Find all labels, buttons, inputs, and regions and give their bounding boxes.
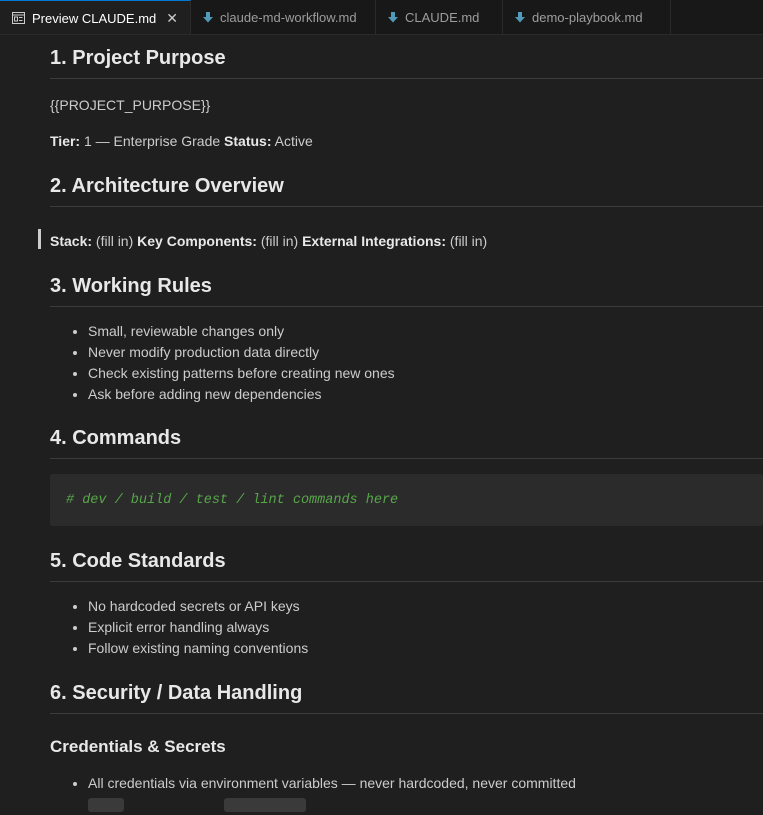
code-comment: # dev / build / test / lint commands her… [66, 492, 399, 508]
tab-claude-md[interactable]: CLAUDE.md [376, 0, 503, 34]
tab-label: claude-md-workflow.md [220, 10, 357, 25]
tab-label: CLAUDE.md [405, 10, 480, 25]
markdown-file-icon [203, 12, 213, 23]
tab-claude-md-workflow[interactable]: claude-md-workflow.md [191, 0, 376, 34]
code-block: # dev / build / test / lint commands her… [50, 474, 763, 526]
section-heading-commands: 4. Commands [50, 427, 763, 459]
list-item: Check existing patterns before creating … [88, 363, 763, 384]
tier-status-line: Tier: 1 — Enterprise Grade Status: Activ… [50, 131, 763, 151]
inline-code [88, 798, 124, 813]
project-purpose-placeholder: {{PROJECT_PURPOSE}} [50, 97, 211, 113]
tier-value: 1 — Enterprise Grade [80, 133, 225, 149]
list-item: Follow existing naming conventions [88, 638, 763, 659]
tab-label: demo-playbook.md [532, 10, 643, 25]
stack-value: (fill in) [92, 233, 138, 249]
section-heading-code-standards: 5. Code Standards [50, 550, 763, 582]
inline-code [224, 798, 306, 813]
tier-label: Tier: [50, 133, 81, 149]
list-item: Never modify production data directly [88, 342, 763, 363]
stack-label: Stack: [50, 233, 93, 249]
subheading-credentials: Credentials & Secrets [50, 737, 226, 756]
list-item-partial [88, 794, 763, 815]
status-value: Active [271, 133, 313, 149]
tab-demo-playbook-md[interactable]: demo-playbook.md [503, 0, 671, 34]
components-value: (fill in) [256, 233, 303, 249]
integrations-value: (fill in) [446, 233, 488, 249]
editor-tab-bar: Preview CLAUDE.md ✕ claude-md-workflow.m… [0, 0, 763, 35]
close-icon[interactable]: ✕ [166, 10, 178, 27]
list-item: Small, reviewable changes only [88, 321, 763, 342]
working-rules-list: Small, reviewable changes only Never mod… [50, 321, 763, 405]
tab-preview-claude-md[interactable]: Preview CLAUDE.md ✕ [0, 0, 191, 34]
markdown-file-icon [515, 12, 525, 23]
architecture-blockquote: Stack: (fill in) Key Components: (fill i… [38, 229, 763, 251]
credentials-list: All credentials via environment variable… [50, 773, 763, 815]
section-heading-project-purpose: 1. Project Purpose [50, 47, 763, 79]
section-heading-security: 6. Security / Data Handling [50, 682, 763, 714]
components-label: Key Components: [137, 233, 257, 249]
list-item: Ask before adding new dependencies [88, 384, 763, 405]
preview-icon [12, 12, 25, 24]
integrations-label: External Integrations: [302, 233, 446, 249]
markdown-preview: 1. Project Purpose {{PROJECT_PURPOSE}} T… [38, 35, 763, 815]
section-heading-working-rules: 3. Working Rules [50, 275, 763, 307]
tab-label: Preview CLAUDE.md [32, 10, 157, 26]
section-heading-architecture: 2. Architecture Overview [50, 175, 763, 207]
markdown-file-icon [388, 12, 398, 23]
list-item: No hardcoded secrets or API keys [88, 596, 763, 617]
list-item: Explicit error handling always [88, 617, 763, 638]
status-label: Status: [224, 133, 272, 149]
code-standards-list: No hardcoded secrets or API keys Explici… [50, 596, 763, 659]
